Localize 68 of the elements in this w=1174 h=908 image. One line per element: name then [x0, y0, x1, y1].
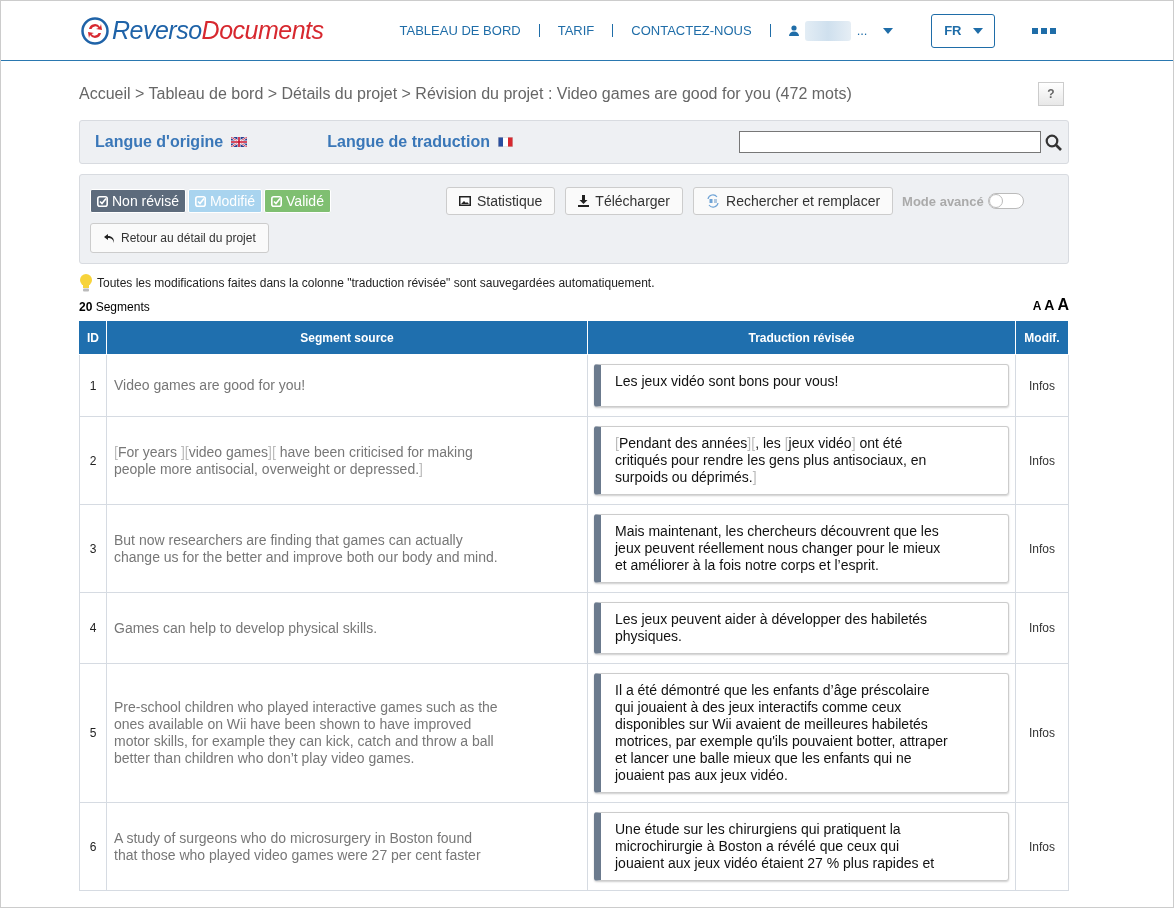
- flag-icon: [497, 137, 513, 147]
- segment-id: 4: [89, 621, 97, 635]
- lightbulb-icon: [79, 273, 93, 293]
- back-arrow-icon: [103, 232, 115, 244]
- translation-field[interactable]: [Pendant des années][, les [jeux vidéo] ont été critiqués pour rendre les gens plus antisociaux, en surpoids ou déprimés.]: [594, 426, 1009, 495]
- info-link[interactable]: Infos: [1029, 541, 1055, 556]
- breadcrumb: Accueil > Tableau de bord > Détails du projet > Révision du projet : Video games are good for you (472 mots): [79, 85, 852, 103]
- font-size-option[interactable]: A: [1057, 296, 1069, 314]
- font-size-option[interactable]: A: [1044, 297, 1055, 313]
- column-header: Segment source: [106, 321, 588, 355]
- blurred-username: [804, 20, 851, 41]
- info-link[interactable]: Infos: [1029, 378, 1055, 393]
- source-text: Pre-school children who played interactive games such as the ones available on Wii have been shown to have improved motor skills, for example they can kick, catch and throw a ball better than children who don’t play video games.: [114, 699, 498, 766]
- column-header: ID: [79, 321, 107, 355]
- segment-id: 5: [89, 726, 97, 740]
- font-size-option[interactable]: A: [1032, 299, 1042, 313]
- info-link[interactable]: Infos: [1029, 621, 1055, 635]
- language-dropdown[interactable]: FR: [931, 13, 996, 48]
- autosave-notice: Toutes les modifications faites dans la colonne "traduction révisée" sont sauvegardées automatiquement.: [97, 276, 655, 290]
- action-button[interactable]: Rechercher et remplacer: [693, 187, 894, 215]
- back-button[interactable]: Retour au détail du projet: [90, 223, 269, 253]
- nav-link[interactable]: TABLEAU DE BORD: [399, 23, 521, 38]
- image-icon: [458, 196, 471, 206]
- translation-field[interactable]: Les jeux vidéo sont bons pour vous!: [594, 364, 1009, 407]
- action-button[interactable]: Statistique: [445, 187, 556, 215]
- translation-field[interactable]: Les jeux peuvent aider à développer des habiletés physiques.: [594, 602, 1009, 654]
- nav-link[interactable]: TARIF: [557, 23, 595, 38]
- logo-text[interactable]: ReversoDocuments: [112, 16, 324, 45]
- toggle-switch[interactable]: [987, 193, 1024, 209]
- checkbox-icon: [271, 195, 283, 207]
- info-link[interactable]: Infos: [1029, 453, 1055, 468]
- translation-field[interactable]: Mais maintenant, les chercheurs découvrent que les jeux peuvent réellement nous changer pour le mieux et améliorer à la fois notre corps et l’esprit.: [594, 514, 1009, 583]
- segment-id: 2: [89, 453, 97, 468]
- search-icon[interactable]: [1045, 133, 1062, 151]
- search-field[interactable]: [739, 131, 1041, 153]
- source-text: But now researchers are finding that games can actually change us for the better and improve both our body and mind.: [114, 531, 498, 565]
- column-header: Modif.: [1015, 321, 1069, 355]
- translation-field[interactable]: Une étude sur les chirurgiens qui pratiquent la microchirurgie à Boston a révélé que ceux qui jouaient aux jeux vidéo étaient 27 % plus rapides et: [594, 812, 1009, 881]
- source-language-label: Langue d'origine: [95, 133, 224, 151]
- source-text: [For years ][video games][ have been criticised for making people more antisocial, overweight or depressed.]: [114, 443, 473, 477]
- segment-id: 6: [89, 839, 97, 854]
- nav-link[interactable]: CONTACTEZ-NOUS: [631, 23, 752, 38]
- filter-button[interactable]: Non révisé: [90, 189, 186, 213]
- info-link[interactable]: Infos: [1029, 726, 1055, 740]
- user-icon: [788, 25, 799, 36]
- target-language-label: Langue de traduction: [327, 133, 490, 151]
- flag-icon: [231, 137, 248, 147]
- download-icon: [578, 195, 590, 207]
- source-text: A study of surgeons who do microsurgery in Boston found that those who played video games were 27 per cent faster: [114, 829, 481, 863]
- username-text[interactable]: ...: [856, 23, 868, 38]
- info-link[interactable]: Infos: [1029, 839, 1055, 854]
- help-button[interactable]: ?: [1038, 82, 1064, 106]
- segment-count: 20 Segments: [79, 300, 150, 314]
- replace-icon: [706, 194, 721, 208]
- source-text: Games can help to develop physical skills.: [114, 619, 378, 636]
- checkbox-icon: [194, 195, 206, 207]
- translation-field[interactable]: Il a été démontré que les enfants d’âge préscolaire qui jouaient à des jeux interactifs comme ceux disponibles sur Wii avaient de meilleures habiletés motrices, par exemple qu'ils pouvaient botter, attraper et lancer une balle mieux que les enfants qui ne jouaient pas aux jeux vidéo.: [594, 673, 1009, 793]
- segment-id: 1: [89, 378, 97, 393]
- caret-icon[interactable]: [883, 27, 894, 34]
- segment-id: 3: [89, 541, 97, 556]
- checkbox-icon: [97, 195, 108, 207]
- column-header: Traduction révisée: [587, 321, 1016, 355]
- caret-icon: [972, 27, 983, 34]
- source-text: Video games are good for you!: [114, 377, 306, 393]
- logo-icon: [81, 16, 109, 45]
- more-icon[interactable]: [1032, 27, 1057, 34]
- action-button[interactable]: Télécharger: [565, 187, 684, 215]
- advanced-mode-label: Mode avancé: [902, 193, 984, 209]
